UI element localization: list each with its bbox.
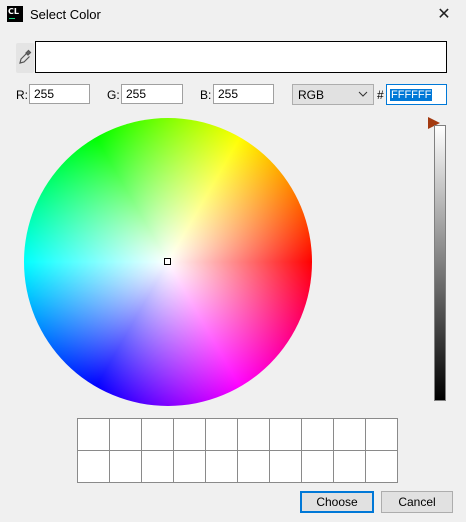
swatch[interactable] <box>237 418 270 451</box>
hex-value-selected: FFFFFF <box>390 89 433 101</box>
app-logo-text: CL <box>8 7 19 16</box>
g-label: G: <box>107 88 120 102</box>
swatch[interactable] <box>269 418 302 451</box>
cancel-button[interactable]: Cancel <box>381 491 453 513</box>
swatch[interactable] <box>301 418 334 451</box>
swatch[interactable] <box>141 450 174 483</box>
swatch[interactable] <box>109 450 142 483</box>
chevron-down-icon <box>358 91 368 97</box>
choose-button[interactable]: Choose <box>300 491 374 513</box>
title-bar: CL Select Color ✕ <box>0 0 466 30</box>
close-button[interactable]: ✕ <box>432 3 456 27</box>
b-label: B: <box>200 88 212 102</box>
swatch[interactable] <box>109 418 142 451</box>
swatch[interactable] <box>77 450 110 483</box>
r-input[interactable]: 255 <box>29 84 90 104</box>
swatch[interactable] <box>173 418 206 451</box>
app-logo-bar <box>9 18 15 19</box>
recent-colors-grid <box>77 418 398 483</box>
swatch[interactable] <box>237 450 270 483</box>
hex-input[interactable]: FFFFFF <box>386 84 447 105</box>
swatch[interactable] <box>205 450 238 483</box>
swatch[interactable] <box>141 418 174 451</box>
b-input[interactable]: 255 <box>213 84 274 104</box>
swatch[interactable] <box>333 418 366 451</box>
swatch-row <box>77 450 398 483</box>
swatch[interactable] <box>173 450 206 483</box>
brightness-slider[interactable] <box>434 125 446 401</box>
swatch[interactable] <box>205 418 238 451</box>
eyedropper-icon <box>19 49 32 64</box>
swatch[interactable] <box>269 450 302 483</box>
color-wheel-cursor[interactable] <box>164 258 171 265</box>
color-wheel[interactable] <box>24 118 312 406</box>
swatch[interactable] <box>333 450 366 483</box>
app-logo-icon: CL <box>7 6 23 22</box>
color-mode-select[interactable]: RGB <box>292 84 374 105</box>
color-preview <box>35 41 447 73</box>
window-title: Select Color <box>30 7 101 22</box>
color-mode-value: RGB <box>298 88 325 102</box>
swatch[interactable] <box>77 418 110 451</box>
swatch-row <box>77 418 398 451</box>
g-input[interactable]: 255 <box>121 84 183 104</box>
swatch[interactable] <box>365 450 398 483</box>
swatch[interactable] <box>301 450 334 483</box>
r-label: R: <box>16 88 28 102</box>
eyedropper-button[interactable] <box>16 43 34 73</box>
swatch[interactable] <box>365 418 398 451</box>
hash-label: # <box>377 88 384 102</box>
